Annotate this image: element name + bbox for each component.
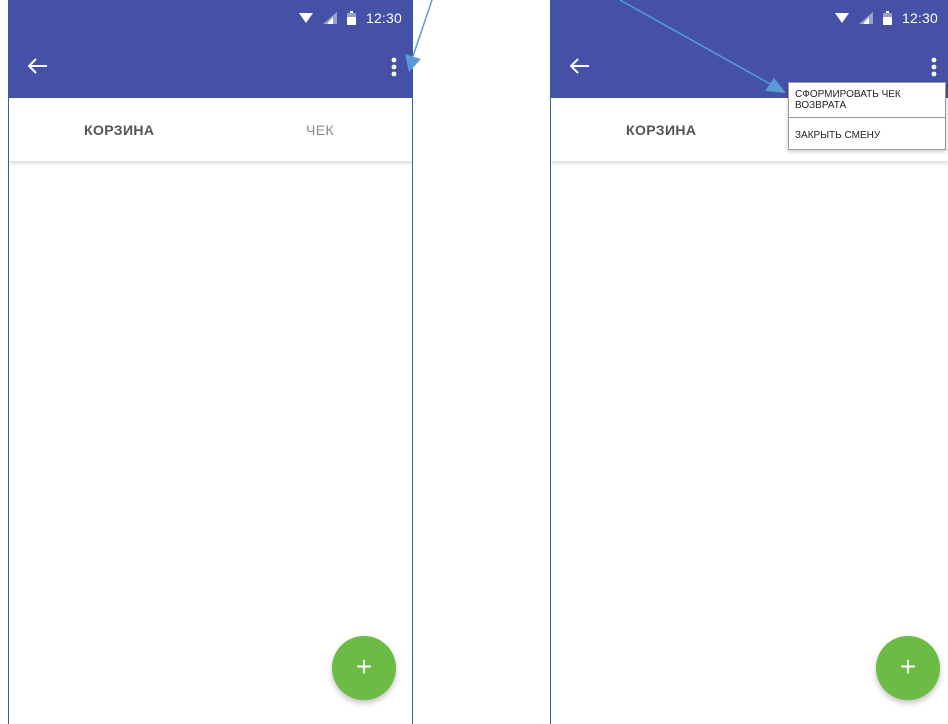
- signal-icon: [858, 12, 873, 24]
- overflow-menu-button[interactable]: [926, 54, 942, 80]
- phone-screen-left: 12:30 КОРЗИНА ЧЕК +: [8, 0, 413, 724]
- menu-item-close-shift[interactable]: ЗАКРЫТЬ СМЕНУ: [789, 117, 945, 149]
- battery-icon: [346, 11, 356, 25]
- status-bar: 12:30: [9, 0, 412, 36]
- overflow-menu-button[interactable]: [386, 54, 402, 80]
- add-button[interactable]: +: [876, 636, 940, 700]
- arrow-left-icon: [570, 58, 589, 74]
- back-button[interactable]: [565, 52, 595, 80]
- arrow-left-icon: [28, 58, 47, 74]
- add-button[interactable]: +: [332, 636, 396, 700]
- more-vert-icon: [391, 57, 397, 77]
- status-time: 12:30: [901, 10, 938, 26]
- wifi-icon: [298, 13, 313, 23]
- tab-basket[interactable]: КОРЗИНА: [84, 98, 154, 162]
- menu-item-create-return-receipt[interactable]: СФОРМИРОВАТЬ ЧЕК ВОЗВРАТА: [789, 83, 945, 117]
- phone-screen-right: 12:30 КОРЗИНА СФОРМИРОВАТЬ ЧЕК ВОЗВРАТА …: [550, 0, 948, 724]
- overflow-menu: СФОРМИРОВАТЬ ЧЕК ВОЗВРАТА ЗАКРЫТЬ СМЕНУ: [788, 82, 946, 150]
- tab-check[interactable]: ЧЕК: [306, 98, 334, 162]
- back-button[interactable]: [23, 52, 53, 80]
- tab-bar: КОРЗИНА ЧЕК: [9, 98, 412, 162]
- status-time: 12:30: [365, 10, 402, 26]
- status-bar: 12:30: [551, 0, 948, 36]
- tab-basket[interactable]: КОРЗИНА: [626, 98, 696, 162]
- app-bar: 12:30: [9, 0, 412, 98]
- wifi-icon: [834, 13, 849, 23]
- more-vert-icon: [931, 57, 937, 77]
- battery-icon: [882, 11, 892, 25]
- signal-icon: [322, 12, 337, 24]
